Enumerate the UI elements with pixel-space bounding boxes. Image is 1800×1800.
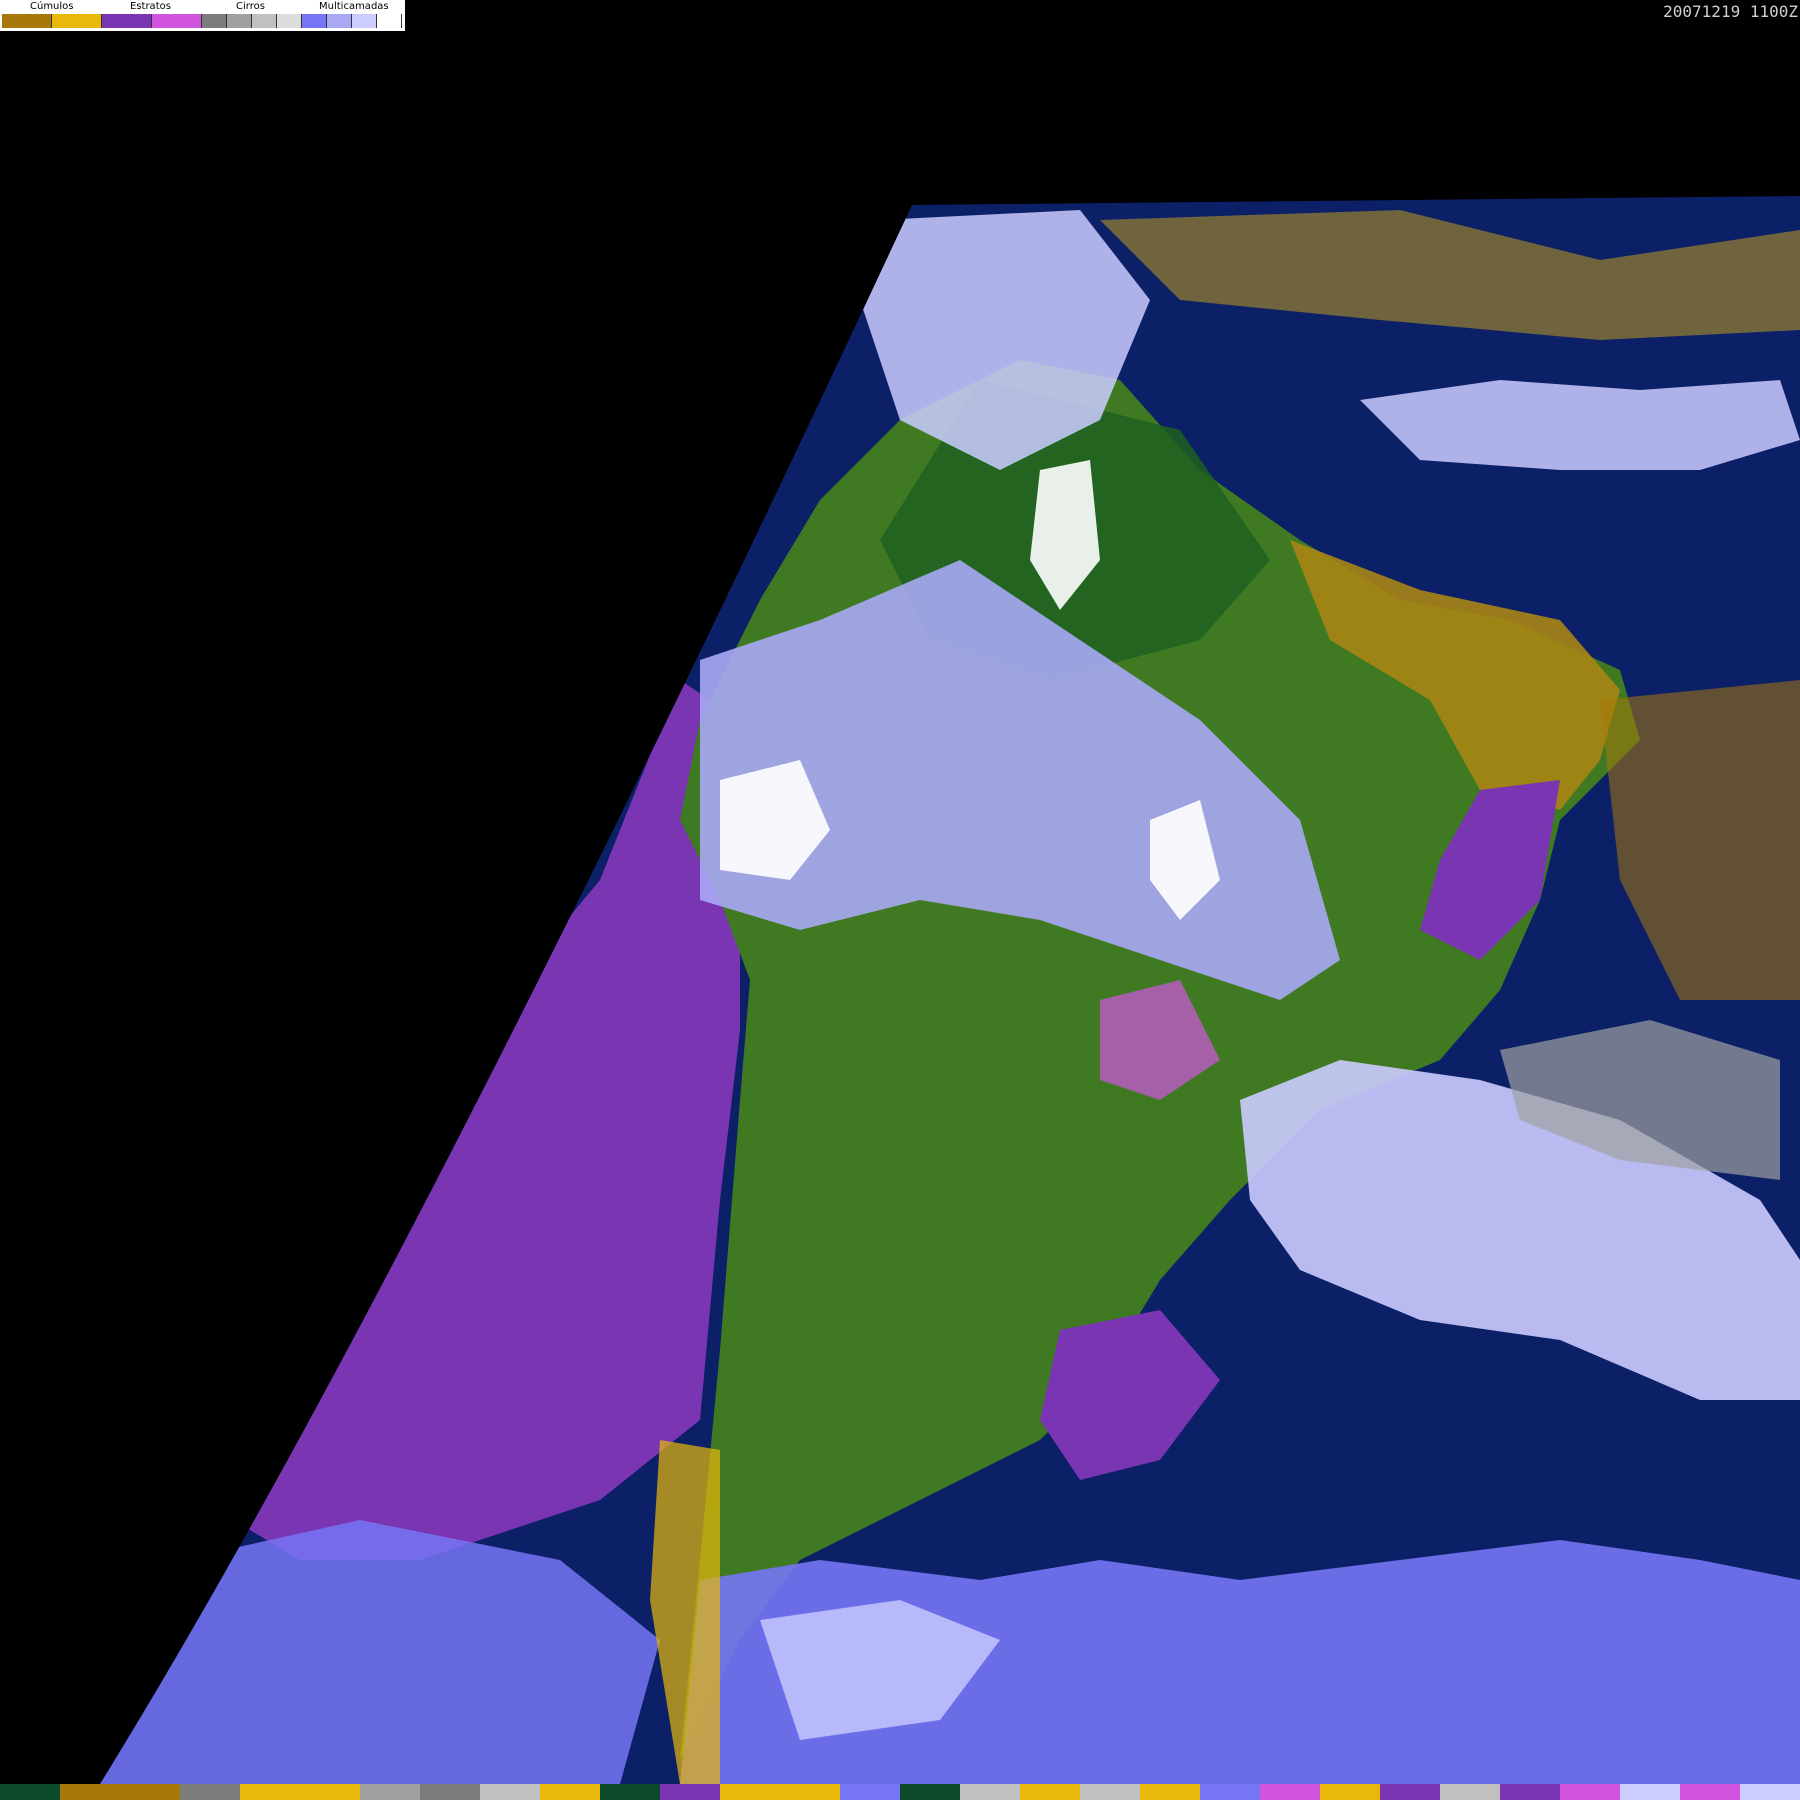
color-key-cell [660,1784,720,1800]
legend-label-cumulus: Cúmulos [30,1,74,12]
color-key-cell [1260,1784,1320,1800]
color-key-cell [180,1784,240,1800]
color-key-strip [0,1784,1800,1800]
color-key-cell [1500,1784,1560,1800]
color-key-cell [1020,1784,1080,1800]
color-key-cell [720,1784,780,1800]
legend-swatch [302,14,327,28]
color-key-cell [300,1784,360,1800]
color-key-cell [480,1784,540,1800]
legend-swatch [252,14,277,28]
color-key-cell [1320,1784,1380,1800]
legend-swatch [52,14,102,28]
legend-swatches [2,14,402,28]
color-key-cell [420,1784,480,1800]
legend-label-stratus: Estratos [130,1,171,12]
color-key-cell [1380,1784,1440,1800]
color-key-cell [1200,1784,1260,1800]
color-key-cell [1080,1784,1140,1800]
color-key-cell [1440,1784,1500,1800]
legend-swatch [102,14,152,28]
color-key-cell [1560,1784,1620,1800]
legend-label-cirrus: Cirros [236,1,265,12]
legend-swatch [327,14,352,28]
legend-swatch [2,14,52,28]
satellite-cloud-map [0,0,1800,1800]
color-key-cell [1140,1784,1200,1800]
color-key-cell [900,1784,960,1800]
legend-swatch [377,14,402,28]
color-key-cell [780,1784,840,1800]
north-atlantic-clouds [1360,380,1800,470]
cloud-type-legend: Cúmulos Estratos Cirros Multicamadas [0,0,405,31]
color-key-cell [960,1784,1020,1800]
color-key-cell [600,1784,660,1800]
color-key-cell [1620,1784,1680,1800]
legend-label-multilayer: Multicamadas [319,1,389,12]
legend-swatch [352,14,377,28]
color-key-cell [0,1784,60,1800]
legend-labels: Cúmulos Estratos Cirros Multicamadas [0,0,405,13]
color-key-cell [120,1784,180,1800]
color-key-cell [540,1784,600,1800]
color-key-cell [1680,1784,1740,1800]
legend-swatch [202,14,227,28]
color-key-cell [60,1784,120,1800]
legend-swatch [277,14,302,28]
color-key-cell [840,1784,900,1800]
legend-swatch [152,14,202,28]
color-key-cell [1740,1784,1800,1800]
legend-swatch [227,14,252,28]
color-key-cell [360,1784,420,1800]
image-timestamp: 20071219 1100Z [1663,2,1798,21]
color-key-cell [240,1784,300,1800]
